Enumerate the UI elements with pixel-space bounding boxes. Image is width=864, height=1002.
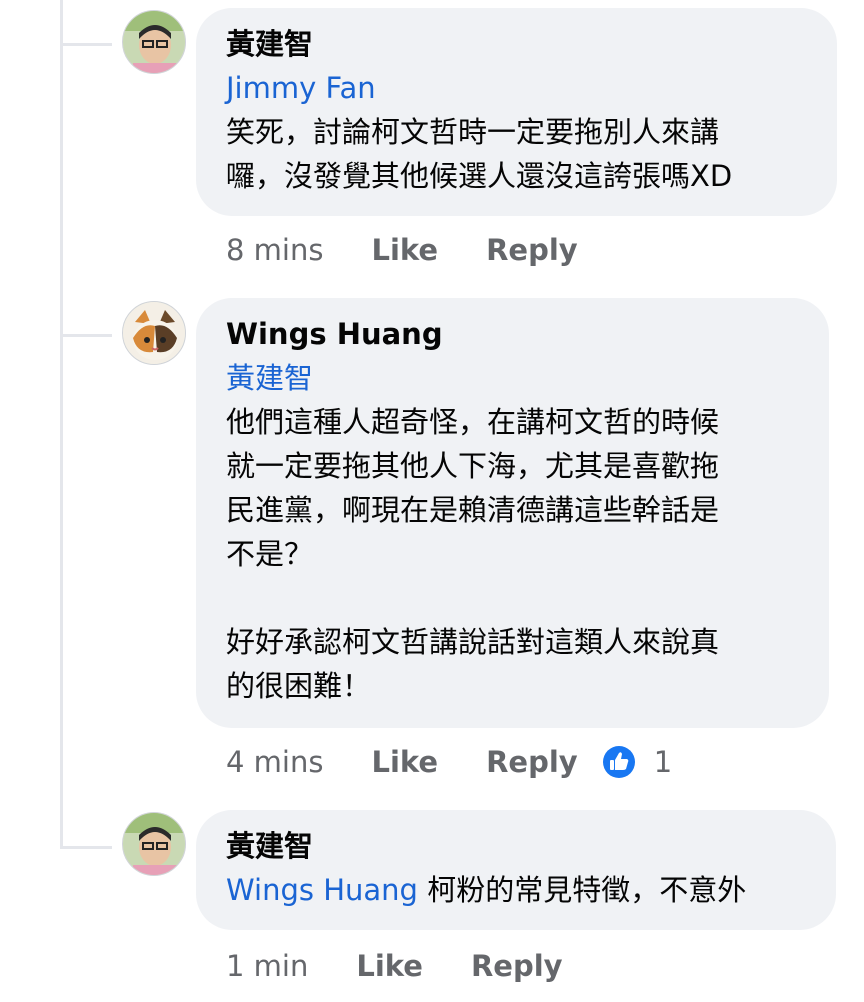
comment-timestamp[interactable]: 1 min	[226, 949, 308, 983]
thread-branch	[60, 334, 112, 337]
thread-branch	[60, 43, 112, 46]
mention-link[interactable]: Wings Huang	[226, 873, 418, 907]
comment-timestamp[interactable]: 4 mins	[226, 745, 323, 779]
comment-actions: 8 mins Like Reply	[226, 230, 626, 270]
reply-button[interactable]: Reply	[486, 233, 578, 267]
comment-author[interactable]: Wings Huang	[226, 316, 799, 352]
like-thumb-icon	[602, 746, 635, 778]
comment-author[interactable]: 黃建智	[226, 828, 806, 864]
comment-actions: 4 mins Like Reply 1	[226, 742, 672, 782]
comment-actions: 1 min Like Reply	[226, 946, 611, 986]
thread-line	[60, 0, 63, 848]
reaction-summary[interactable]: 1	[602, 745, 672, 779]
like-button[interactable]: Like	[356, 949, 423, 983]
comment-text: 笑死，討論柯文哲時一定要拖別人來講 囉，沒發覺其他候選人還沒這誇張嗎XD	[226, 115, 733, 193]
comment-text: 柯粉的常見特徵，不意外	[427, 873, 747, 907]
thread-branch	[60, 846, 112, 849]
reply-button[interactable]: Reply	[486, 745, 578, 779]
mention-link[interactable]: 黃建智	[226, 356, 799, 400]
reply-button[interactable]: Reply	[471, 949, 563, 983]
like-button[interactable]: Like	[371, 233, 438, 267]
comment-text: 他們這種人超奇怪，在講柯文哲的時候 就一定要拖其他人下海，尤其是喜歡拖 民進黨，…	[226, 405, 720, 703]
comment-timestamp[interactable]: 8 mins	[226, 233, 323, 267]
reaction-count: 1	[653, 745, 673, 779]
comment-text-line: Wings Huang 柯粉的常見特徵，不意外	[226, 868, 806, 912]
comment-author[interactable]: 黃建智	[226, 26, 807, 62]
avatar[interactable]	[122, 812, 186, 876]
comment-bubble: 黃建智 Wings Huang 柯粉的常見特徵，不意外	[196, 810, 836, 930]
like-button[interactable]: Like	[371, 745, 438, 779]
avatar[interactable]	[122, 301, 186, 365]
comment-bubble: 黃建智 Jimmy Fan 笑死，討論柯文哲時一定要拖別人來講 囉，沒發覺其他候…	[196, 8, 837, 216]
avatar[interactable]	[122, 10, 186, 74]
comment-bubble: Wings Huang 黃建智 他們這種人超奇怪，在講柯文哲的時候 就一定要拖其…	[196, 298, 829, 728]
mention-link[interactable]: Jimmy Fan	[226, 66, 807, 110]
